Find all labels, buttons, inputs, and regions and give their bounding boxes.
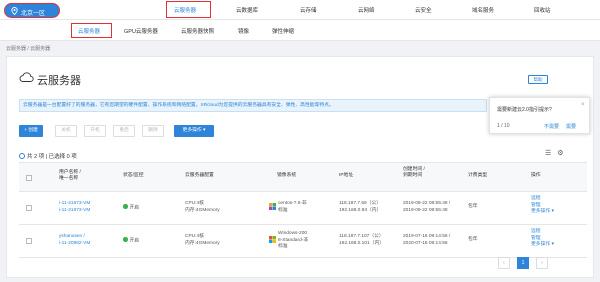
nav-recycle-bin[interactable]: 回收站 [534, 6, 551, 14]
map-pin-icon [11, 7, 18, 17]
windows-icon [269, 236, 276, 243]
guide-question: 需要新建云2.0指引提示? [497, 107, 552, 113]
row-checkbox[interactable] [26, 205, 32, 211]
header-config: 云服务器配置 [185, 173, 214, 178]
shutdown-button[interactable]: 关机 [55, 125, 77, 137]
start-button[interactable]: 开机 [84, 125, 106, 137]
page-title: 云服务器 [37, 75, 81, 87]
summary-text: 共 2 项 | 已选择 0 项 [27, 154, 77, 160]
info-banner: 云服务器是一台配置好了的服务器，它有您期望的硬件配置、操作系统和网络配置。XRc… [19, 99, 487, 112]
status-dot [123, 237, 128, 242]
help-button[interactable]: 帮助 [528, 75, 548, 84]
guide-accept-link[interactable]: 需要 [566, 123, 576, 130]
status-badge: 开启 [123, 204, 139, 212]
instance-name[interactable]: yshanusen / i-11-20982-VM [59, 234, 90, 247]
table-row: yshanusen / i-11-20982-VM 开启 CPU:4核 内存:4… [19, 225, 587, 258]
instance-name[interactable]: i-11-21673-VM i-11-21673-VM [59, 201, 90, 214]
header-ops: 操作 [531, 173, 541, 178]
nav-cloud-security[interactable]: 云安全 [415, 6, 432, 14]
ip-address: 118.187.7.107（公） 192.168.0.101（内） [339, 234, 385, 246]
list-view-icon[interactable]: ☰ [545, 150, 551, 157]
sub-navbar: 云服务器 GPU云服务器 云服务器快照 镜像 弹性伸缩 [0, 20, 600, 41]
table-row: i-11-21673-VM i-11-21673-VM 开启 CPU:4核 内存… [19, 192, 587, 225]
table-tools: ☰ ⚙ [545, 149, 570, 157]
guide-popup: 需要新建云2.0指引提示? × 1 / 10 不需要 需要 [489, 97, 590, 134]
more-actions-link[interactable]: 更多操作 ▾ [531, 242, 554, 249]
more-actions-button[interactable]: 更多操作 ▾ [174, 125, 214, 137]
time-range: 2019-07-16 09:14:56 / 2020-07-16 09:14:5… [403, 234, 451, 246]
create-button[interactable]: + 创建 [19, 125, 43, 137]
centos-icon [269, 203, 276, 210]
header-time: 创建时间 / 到期时间 [403, 167, 425, 178]
region-label: 北京一区 [21, 10, 46, 17]
time-range: 2019-08-22 08:55:48 / 2019-09-22 08:55:4… [403, 201, 451, 213]
instance-config: CPU:4核 内存:4GMemory [185, 201, 220, 213]
prev-page-button[interactable]: ‹ [498, 257, 510, 269]
subnav-gpu-server[interactable]: GPU云服务器 [124, 27, 158, 35]
header-status: 状态/监控 [123, 173, 144, 178]
delete-button[interactable]: 删除 [142, 125, 164, 137]
top-navbar: 北京一区 云服务器 云数据库 云存储 云网络 云安全 域名服务 回收站 [0, 0, 600, 20]
os-name: centos-7.6-非 标准 [278, 201, 307, 213]
page-1-button[interactable]: 1 [517, 257, 529, 269]
restart-button[interactable]: 重启 [113, 125, 135, 137]
breadcrumb: 云服务器 / 云服务器 [6, 46, 51, 52]
nav-cloud-storage[interactable]: 云存储 [300, 6, 317, 14]
ip-address: 118.187.7.59（公） 192.168.0.93（内） [339, 201, 382, 213]
subnav-image[interactable]: 镜像 [238, 27, 249, 35]
row-actions: 远程 管理 更多操作 ▾ [531, 196, 554, 216]
nav-domain-service[interactable]: 域名服务 [472, 6, 494, 14]
os-name: Windows-200 8-Standard-非 标准 [278, 231, 309, 249]
subnav-autoscaling[interactable]: 弹性伸缩 [272, 27, 294, 35]
instance-config: CPU:4核 内存:4GMemory [185, 234, 220, 246]
next-page-button[interactable]: › [536, 257, 548, 269]
row-checkbox[interactable] [26, 238, 32, 244]
billing-type: 包年 [468, 204, 478, 209]
nav-cloud-server[interactable]: 云服务器 [174, 6, 196, 14]
guide-page-indicator: 1 / 10 [497, 123, 510, 129]
subnav-cloud-server[interactable]: 云服务器 [78, 27, 100, 35]
guide-decline-link[interactable]: 不需要 [544, 123, 559, 130]
billing-type: 包年 [468, 237, 478, 242]
select-all-checkbox[interactable] [26, 175, 32, 181]
nav-cloud-network[interactable]: 云网络 [358, 6, 375, 14]
header-os: 镜像系统 [277, 173, 297, 178]
table-header: 用户名称 / 唯一名称 状态/监控 云服务器配置 镜像系统 IP地址 创建时间 … [19, 162, 587, 192]
cloud-icon [19, 71, 34, 83]
row-actions: 远程 管理 更多操作 ▾ [531, 229, 554, 249]
nav-cloud-database[interactable]: 云数据库 [236, 6, 258, 14]
status-dot [123, 204, 128, 209]
settings-icon[interactable]: ⚙ [557, 150, 563, 157]
header-name: 用户名称 / 唯一名称 [59, 170, 81, 181]
more-actions-link[interactable]: 更多操作 ▾ [531, 209, 554, 216]
subnav-server-snapshot[interactable]: 云服务器快照 [181, 27, 214, 35]
info-icon [19, 153, 25, 159]
region-selector[interactable]: 北京一区 [4, 3, 60, 18]
main-panel: 云服务器 帮助 云服务器是一台配置好了的服务器，它有您期望的硬件配置、操作系统和… [6, 56, 594, 278]
status-badge: 开启 [123, 237, 139, 245]
header-billing: 计费类型 [468, 173, 488, 178]
header-ip: IP地址 [339, 173, 354, 178]
close-icon[interactable]: × [581, 102, 585, 108]
selection-summary: 共 2 项 | 已选择 0 项 [19, 152, 77, 160]
